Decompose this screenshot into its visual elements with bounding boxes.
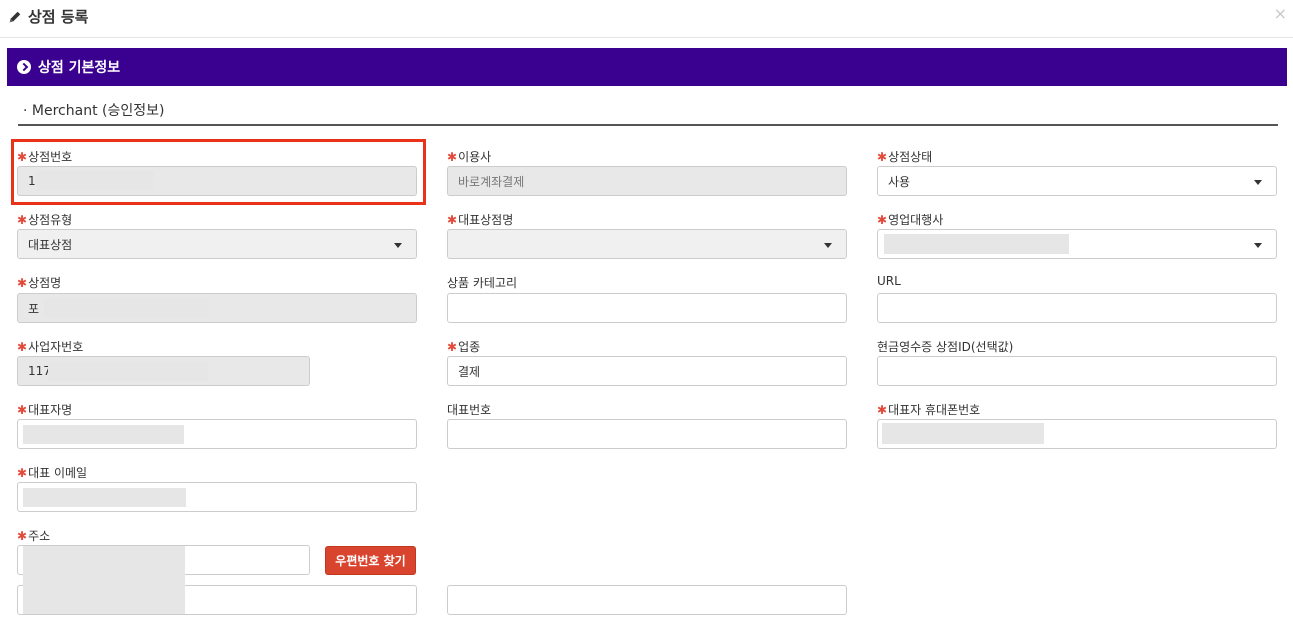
- ceo-name-label: ✱대표자명: [17, 403, 73, 417]
- merchant-name-label: ✱상점명: [17, 276, 62, 290]
- status-select[interactable]: 사용: [877, 166, 1277, 196]
- caret-down-icon: [1254, 180, 1262, 185]
- url-label: URL: [877, 274, 901, 288]
- rep-merchant-name-select[interactable]: [447, 229, 847, 259]
- redaction-block: [23, 425, 184, 444]
- modal-title-text: 상점 등록: [28, 8, 89, 26]
- redaction-block: [23, 488, 186, 507]
- address-label: ✱주소: [17, 529, 51, 543]
- cash-receipt-id-field[interactable]: [877, 356, 1277, 386]
- chevron-circle-right-icon: [17, 60, 31, 74]
- product-category-label: 상품 카테고리: [447, 276, 518, 290]
- url-field[interactable]: [877, 293, 1277, 323]
- merchant-type-select[interactable]: 대표상점: [17, 229, 417, 259]
- caret-down-icon: [824, 243, 832, 248]
- section-title: 상점 기본정보: [38, 60, 121, 76]
- sales-agency-label: ✱영업대행사: [877, 213, 944, 227]
- caret-down-icon: [1254, 243, 1262, 248]
- rep-email-label: ✱대표 이메일: [17, 466, 88, 480]
- pencil-icon: [9, 11, 21, 22]
- industry-label: ✱업종: [447, 340, 481, 354]
- merchant-subheading: · Merchant (승인정보): [18, 100, 1278, 126]
- redaction-block: [44, 298, 210, 318]
- modal-header: 상점 등록 ×: [0, 0, 1293, 38]
- rep-phone-field[interactable]: [447, 419, 847, 449]
- status-label: ✱상점상태: [877, 150, 933, 164]
- section-bar[interactable]: 상점 기본정보: [7, 48, 1287, 86]
- partner-field[interactable]: 바로계좌결제: [447, 166, 847, 196]
- industry-field[interactable]: 결제: [447, 356, 847, 386]
- find-zipcode-button[interactable]: 우편번호 찾기: [325, 546, 416, 575]
- address-line2-field[interactable]: [447, 585, 847, 615]
- close-icon[interactable]: ×: [1274, 4, 1287, 23]
- caret-down-icon: [394, 243, 402, 248]
- ceo-mobile-label: ✱대표자 휴대폰번호: [877, 403, 981, 417]
- modal-title: 상점 등록: [8, 6, 88, 27]
- cash-receipt-id-label: 현금영수증 상점ID(선택값): [877, 340, 1014, 354]
- rep-phone-label: 대표번호: [447, 403, 492, 417]
- redaction-block: [882, 423, 1044, 444]
- redaction-block: [23, 546, 185, 614]
- redaction-block: [884, 234, 1069, 254]
- rep-merchant-name-label: ✱대표상점명: [447, 213, 514, 227]
- highlight-box: [11, 139, 426, 205]
- merchant-type-label: ✱상점유형: [17, 213, 73, 227]
- partner-label: ✱이용사: [447, 150, 492, 164]
- product-category-field[interactable]: [447, 293, 847, 323]
- business-no-label: ✱사업자번호: [17, 340, 84, 354]
- redaction-block: [48, 361, 208, 381]
